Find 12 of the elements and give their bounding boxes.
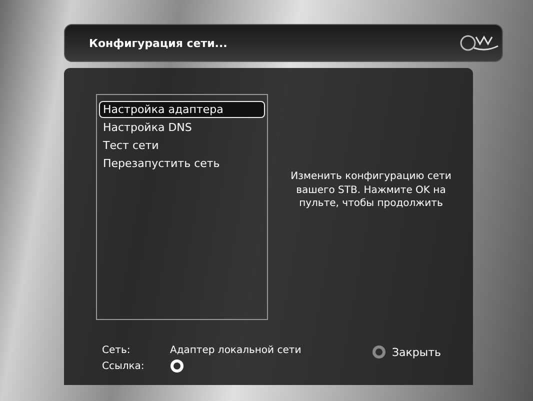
description-text: Изменить конфигурацию сети вашего STB. Нажмите OK на пульте, чтобы продолжить [290,170,452,211]
menu-item[interactable]: Тест сети [99,137,265,154]
network-value: Адаптер локальной сети [170,345,302,356]
menu-item[interactable]: Перезапустить сеть [99,155,265,172]
menu-item[interactable]: Настройка адаптера [99,101,265,118]
network-label: Сеть: [102,345,132,356]
circle-icon [372,345,386,359]
menu-item[interactable]: Настройка DNS [99,119,265,136]
close-button[interactable]: Закрыть [372,345,441,359]
ring-icon [170,359,184,373]
link-label: Ссылка: [102,360,146,372]
window-title: Конфигурация сети... [89,36,228,50]
